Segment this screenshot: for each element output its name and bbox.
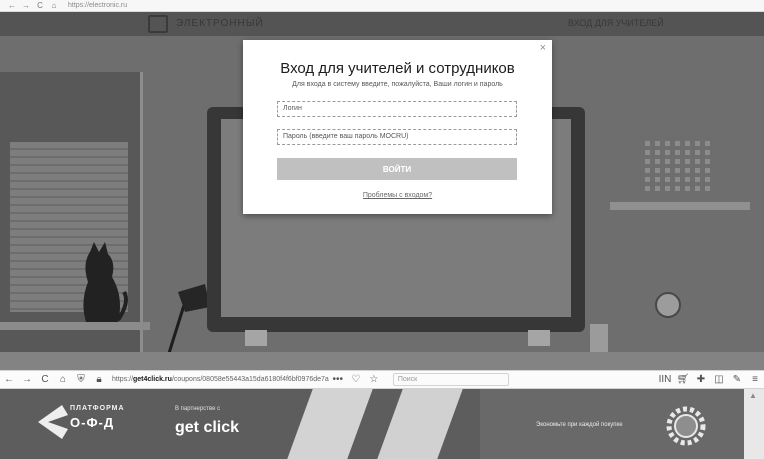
shelf xyxy=(610,202,750,210)
extension-icon[interactable]: ✚ xyxy=(692,374,710,385)
more-icon[interactable]: ••• xyxy=(329,374,347,385)
back-icon[interactable]: ← xyxy=(0,374,18,385)
close-icon[interactable]: × xyxy=(540,42,546,54)
pocket-icon[interactable]: ♡ xyxy=(347,374,365,385)
lock-icon: 🔒︎ xyxy=(96,374,102,385)
platform-title: ПЛАТФОРМА xyxy=(70,405,125,412)
modal-subtitle: Для входа в систему введите, пожалуйста,… xyxy=(292,81,503,88)
promo-text: Экономьте при каждой покупке xyxy=(536,422,623,428)
getclick-logo: get click xyxy=(175,419,240,436)
cat-icon xyxy=(83,242,128,322)
login-modal: × Вход для учителей и сотрудников Для вх… xyxy=(243,40,552,214)
clock-icon xyxy=(655,292,681,318)
scroll-up-icon[interactable]: ▲ xyxy=(749,391,757,400)
top-url[interactable]: https://electronic.ru xyxy=(68,2,127,9)
browser-toolbar: ← → C ⌂ ⛨ 🔒︎ https://get4click.ru/coupon… xyxy=(0,370,764,389)
reload-icon[interactable]: C xyxy=(36,1,44,10)
calendar-illustration xyxy=(640,137,712,193)
forward-icon[interactable]: → xyxy=(22,1,30,10)
login-problems-link[interactable]: Проблемы с входом? xyxy=(243,192,552,199)
home-icon[interactable]: ⌂ xyxy=(54,374,72,385)
top-browser-strip: ← → C ⌂ https://electronic.ru xyxy=(0,0,764,12)
pencil-cup-icon xyxy=(590,324,608,354)
sticky-note xyxy=(528,330,550,346)
cart-icon[interactable]: 🛒︎ xyxy=(674,374,692,385)
header-login-link[interactable]: ВХОД ДЛЯ УЧИТЕЛЕЙ xyxy=(568,18,664,28)
site-title: ЭЛЕКТРОННЫЙ xyxy=(176,18,264,29)
address-bar[interactable]: https://get4click.ru/coupons/08058e55443… xyxy=(112,376,329,383)
site-logo-icon xyxy=(148,15,168,33)
login-button[interactable]: ВОЙТИ xyxy=(277,158,517,180)
tools-icon[interactable]: ✎ xyxy=(728,374,746,385)
forward-icon[interactable]: → xyxy=(18,374,36,385)
menu-icon[interactable]: ≡ xyxy=(746,374,764,385)
platform-subtitle: О-Ф-Д xyxy=(70,415,115,430)
password-field[interactable]: Пароль (введите ваш пароль МОСRU) xyxy=(277,129,517,145)
partner-note: В партнерстве с xyxy=(175,406,221,412)
library-icon[interactable]: IIN xyxy=(656,374,674,385)
modal-title: Вход для учителей и сотрудников xyxy=(280,60,515,77)
back-icon[interactable]: ← xyxy=(8,1,16,10)
gear-icon xyxy=(666,406,706,446)
bookmark-star-icon[interactable]: ☆ xyxy=(365,374,383,385)
promo-banner[interactable]: ПЛАТФОРМА О-Ф-Д В партнерстве с get clic… xyxy=(0,389,764,459)
home-icon[interactable]: ⌂ xyxy=(50,1,58,10)
site-header: ЭЛЕКТРОННЫЙ ВХОД ДЛЯ УЧИТЕЛЕЙ xyxy=(0,12,764,36)
sidebar-icon[interactable]: ◫ xyxy=(710,374,728,385)
scrollbar[interactable]: ▲ xyxy=(744,389,764,459)
search-input[interactable]: Поиск xyxy=(392,373,509,386)
shield-icon: ⛨ xyxy=(77,374,85,385)
background-scene: ЭЛЕКТРОННЫЙ ВХОД ДЛЯ УЧИТЕЛЕЙ × Вход для… xyxy=(0,12,764,370)
desk xyxy=(0,352,764,370)
sticky-note xyxy=(245,330,267,346)
reload-icon[interactable]: C xyxy=(36,374,54,385)
login-field[interactable]: Логин xyxy=(277,101,517,117)
